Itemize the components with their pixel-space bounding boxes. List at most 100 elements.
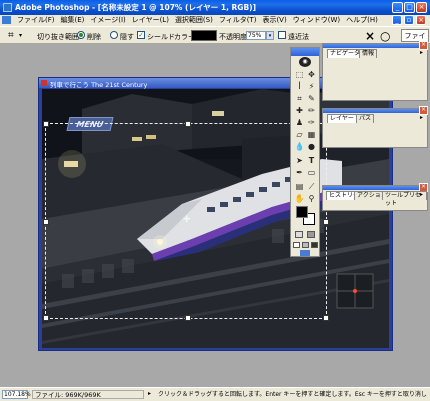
shield-checkbox[interactable]: ✓ xyxy=(137,31,145,39)
slice-tool-icon[interactable]: ✎ xyxy=(306,93,317,104)
menu-image[interactable]: イメージ(I) xyxy=(87,15,128,25)
healing-brush-icon[interactable]: ✚ xyxy=(294,105,305,116)
screen-mode-3-icon[interactable] xyxy=(311,242,318,248)
maximize-button[interactable]: □ xyxy=(404,2,415,13)
window-title: Adobe Photoshop - [名称未設定 1 @ 107% (レイヤー … xyxy=(15,3,257,12)
history-panel: × ヒストリー アクション ツールプリセット ▸ xyxy=(322,183,428,211)
crop-handle-br[interactable] xyxy=(323,315,329,321)
doc-minimize-button[interactable]: _ xyxy=(392,15,402,25)
path-select-icon[interactable]: ➤ xyxy=(294,155,305,166)
crop-handle-tm[interactable] xyxy=(185,121,191,127)
tab-layers[interactable]: レイヤー xyxy=(327,114,357,123)
crop-handle-mr[interactable] xyxy=(323,219,329,225)
crop-center-icon[interactable]: ✛ xyxy=(183,215,191,225)
photoshop-app-icon xyxy=(3,3,12,12)
brush-tool-icon[interactable]: ✏ xyxy=(306,105,317,116)
blur-tool-icon[interactable]: 💧 xyxy=(294,141,305,152)
notes-tool-icon[interactable]: ▤ xyxy=(294,181,305,192)
status-hint: クリック＆ドラッグすると回転します。Enter キーを押すと確定します。Esc … xyxy=(158,391,428,398)
crop-area-label: 切り抜き範囲: xyxy=(37,33,82,41)
delete-radio[interactable] xyxy=(77,31,85,39)
layers-menu-icon[interactable]: ▸ xyxy=(420,114,423,121)
menu-select[interactable]: 選択範囲(S) xyxy=(172,15,216,25)
hide-radio[interactable] xyxy=(110,31,118,39)
menu-edit[interactable]: 編集(E) xyxy=(58,15,88,25)
doc-restore-button[interactable]: ▫ xyxy=(404,15,414,25)
file-size-info: ファイル: 969K/969K xyxy=(32,390,144,399)
adobe-online-icon[interactable]: ◉ xyxy=(299,57,311,67)
history-panel-titlebar[interactable] xyxy=(323,186,427,190)
tool-palette: ◉ ⬚ ✥ ꟾ ⚡ ⌗ ✎ ✚ ✏ ♟ ✑ ▱ ▦ 💧 ● ➤ T ✒ ▭ ▤ … xyxy=(290,47,320,257)
history-menu-icon[interactable]: ▸ xyxy=(420,191,423,198)
stamp-tool-icon[interactable]: ♟ xyxy=(294,117,305,128)
minimize-button[interactable]: _ xyxy=(392,2,403,13)
pen-tool-icon[interactable]: ✒ xyxy=(294,167,305,178)
tab-info[interactable]: 情報 xyxy=(359,49,378,58)
crop-handle-tl[interactable] xyxy=(43,121,49,127)
navigator-panel-titlebar[interactable] xyxy=(323,44,427,48)
title-bar[interactable]: Adobe Photoshop - [名称未設定 1 @ 107% (レイヤー … xyxy=(0,0,430,15)
menu-app-icon[interactable] xyxy=(2,16,11,24)
delete-label: 削除 xyxy=(87,33,101,41)
quickmask-mode-icon[interactable] xyxy=(307,231,315,238)
dodge-tool-icon[interactable]: ● xyxy=(306,141,317,152)
opacity-label: 不透明度: xyxy=(219,33,250,41)
standard-mode-icon[interactable] xyxy=(295,231,303,238)
lasso-tool-icon[interactable]: ꟾ xyxy=(294,81,305,92)
crop-tool-icon[interactable]: ⌗ xyxy=(294,93,305,104)
menu-filter[interactable]: フィルタ(T) xyxy=(216,15,260,25)
perspective-checkbox[interactable] xyxy=(278,31,286,39)
tool-preset-arrow-icon[interactable]: ▾ xyxy=(19,32,22,39)
foreground-color-swatch[interactable] xyxy=(296,206,308,218)
type-tool-icon[interactable]: T xyxy=(306,155,317,166)
document-title: 列車で行こう The 21st Century xyxy=(50,81,148,89)
document-icon xyxy=(41,80,47,86)
options-bar: ⌗ ▾ 切り抜き範囲: 削除 隠す ✓ シールド カラー: 不透明度: 75% … xyxy=(0,26,430,52)
menu-view[interactable]: 表示(V) xyxy=(259,15,289,25)
menu-help[interactable]: ヘルプ(H) xyxy=(343,15,381,25)
screen-mode-1-icon[interactable] xyxy=(293,242,300,248)
shield-color-swatch[interactable] xyxy=(191,30,217,41)
history-brush-icon[interactable]: ✑ xyxy=(306,117,317,128)
marquee-tool-icon[interactable]: ⬚ xyxy=(294,69,305,80)
menu-bar: ファイル(F) 編集(E) イメージ(I) レイヤー(L) 選択範囲(S) フィルタ(T)… xyxy=(0,15,430,26)
crop-handle-bl[interactable] xyxy=(43,315,49,321)
eyedropper-tool-icon[interactable]: ⟋ xyxy=(306,181,317,192)
layers-panel: × レイヤー パス ▸ xyxy=(322,106,428,148)
crop-marquee[interactable]: ✛ xyxy=(43,121,329,321)
tab-paths[interactable]: パス xyxy=(356,114,375,123)
eraser-tool-icon[interactable]: ▱ xyxy=(294,129,305,140)
menu-items: ファイル(F) 編集(E) イメージ(I) レイヤー(L) 選択範囲(S) フィルタ(T)… xyxy=(14,15,381,25)
crop-tool-icon[interactable]: ⌗ xyxy=(8,30,14,41)
crop-handle-ml[interactable] xyxy=(43,219,49,225)
navigator-panel: × ナビゲータ 情報 ▸ xyxy=(322,41,428,101)
navigator-menu-icon[interactable]: ▸ xyxy=(420,49,423,56)
jump-to-imageready-icon[interactable] xyxy=(300,250,310,256)
tab-navigator[interactable]: ナビゲータ xyxy=(327,49,364,58)
magic-wand-tool-icon[interactable]: ⚡ xyxy=(306,81,317,92)
opacity-field[interactable]: 75% xyxy=(246,31,266,40)
gradient-tool-icon[interactable]: ▦ xyxy=(306,129,317,140)
hand-tool-icon[interactable]: ✋ xyxy=(294,193,305,204)
status-bar: 107.18% ファイル: 969K/969K ▸ クリック＆ドラッグすると回転… xyxy=(0,387,430,401)
hide-label: 隠す xyxy=(120,33,134,41)
shape-tool-icon[interactable]: ▭ xyxy=(306,167,317,178)
perspective-label: 遠近法 xyxy=(288,33,309,41)
status-menu-icon[interactable]: ▸ xyxy=(148,390,151,397)
tool-palette-title[interactable] xyxy=(291,48,319,56)
doc-close-button[interactable]: × xyxy=(416,15,426,25)
opacity-dropdown-icon[interactable]: ▾ xyxy=(266,31,274,40)
cancel-transform-icon[interactable]: × xyxy=(365,29,375,43)
menu-file[interactable]: ファイル(F) xyxy=(14,15,58,25)
close-button[interactable]: × xyxy=(416,2,427,13)
zoom-field[interactable]: 107.18% xyxy=(2,390,31,399)
shield-label: シールド xyxy=(147,33,175,41)
screen-mode-2-icon[interactable] xyxy=(302,242,309,248)
commit-transform-icon[interactable]: ○ xyxy=(380,29,390,43)
zoom-tool-icon[interactable]: ⚲ xyxy=(306,193,317,204)
move-tool-icon[interactable]: ✥ xyxy=(306,69,317,80)
crop-handle-bm[interactable] xyxy=(185,315,191,321)
layers-panel-titlebar[interactable] xyxy=(323,109,427,113)
menu-layer[interactable]: レイヤー(L) xyxy=(129,15,172,25)
menu-window[interactable]: ウィンドウ(W) xyxy=(290,15,343,25)
